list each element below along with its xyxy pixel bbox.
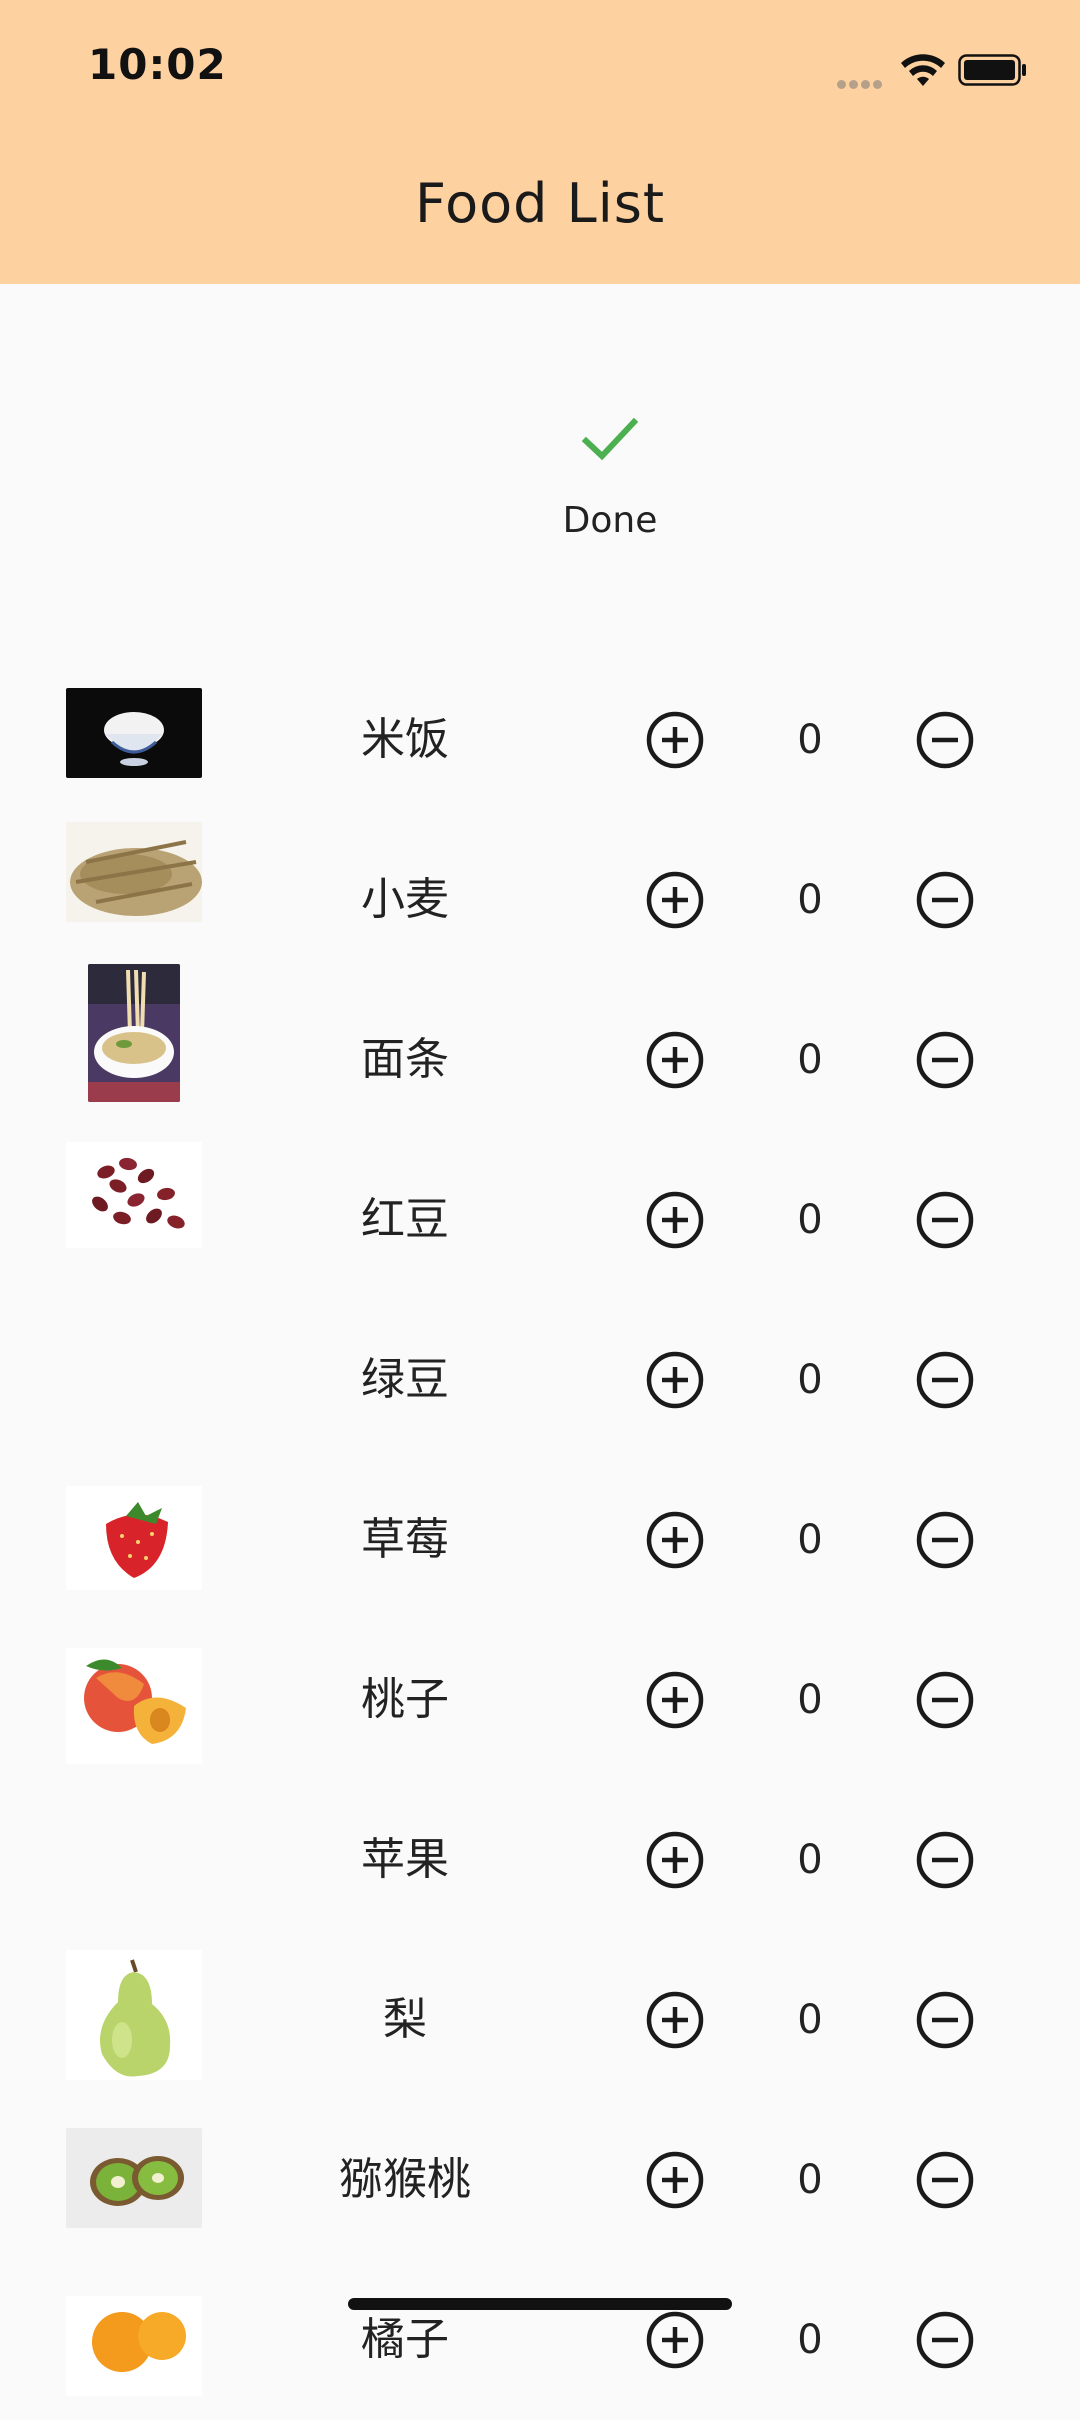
app-header: 10:02 Food List (0, 0, 1080, 284)
wifi-icon (901, 54, 945, 86)
minus-circle-icon[interactable] (915, 2310, 975, 2370)
home-indicator[interactable] (348, 2298, 732, 2310)
minus-circle-icon[interactable] (915, 1670, 975, 1730)
strawberry-image (66, 1486, 202, 1590)
food-row: 红豆 0 (0, 1140, 1080, 1300)
food-row: 橘子 0 (0, 2260, 1080, 2420)
food-name: 苹果 (361, 1834, 449, 1885)
food-quantity: 0 (797, 2317, 823, 2363)
food-row: 猕猴桃 0 (0, 2100, 1080, 2260)
food-quantity: 0 (797, 717, 823, 763)
cellular-signal-icon (837, 74, 885, 89)
food-quantity: 0 (797, 1837, 823, 1883)
wheat-image (66, 822, 202, 922)
battery-icon (958, 54, 1026, 86)
plus-circle-icon[interactable] (645, 1830, 705, 1890)
plus-circle-icon[interactable] (645, 710, 705, 770)
done-button[interactable]: Done (530, 400, 690, 560)
food-name: 猕猴桃 (339, 2154, 471, 2205)
minus-circle-icon[interactable] (915, 1030, 975, 1090)
food-name: 小麦 (361, 874, 449, 925)
minus-circle-icon[interactable] (915, 1190, 975, 1250)
food-quantity: 0 (797, 877, 823, 923)
food-name: 橘子 (361, 2314, 449, 2365)
plus-circle-icon[interactable] (645, 1670, 705, 1730)
food-row: 苹果 0 (0, 1780, 1080, 1940)
red-bean-image (66, 1142, 202, 1248)
minus-circle-icon[interactable] (915, 870, 975, 930)
food-quantity: 0 (797, 1677, 823, 1723)
pear-image (66, 1950, 202, 2080)
plus-circle-icon[interactable] (645, 1510, 705, 1570)
plus-circle-icon[interactable] (645, 1990, 705, 2050)
food-row: 梨 0 (0, 1940, 1080, 2100)
status-time: 10:02 (88, 40, 227, 89)
food-name: 梨 (383, 1994, 427, 2045)
minus-circle-icon[interactable] (915, 1510, 975, 1570)
checkmark-icon (581, 417, 639, 461)
food-row: 绿豆 0 (0, 1300, 1080, 1460)
food-row: 小麦 0 (0, 820, 1080, 980)
food-quantity: 0 (797, 2157, 823, 2203)
rice-bowl-image (66, 688, 202, 778)
food-row: 米饭 0 (0, 660, 1080, 820)
food-name: 绿豆 (361, 1354, 449, 1405)
minus-circle-icon[interactable] (915, 2150, 975, 2210)
minus-circle-icon[interactable] (915, 710, 975, 770)
plus-circle-icon[interactable] (645, 2310, 705, 2370)
food-name: 红豆 (361, 1194, 449, 1245)
food-quantity: 0 (797, 1357, 823, 1403)
page-title: Food List (414, 172, 666, 235)
plus-circle-icon[interactable] (645, 1030, 705, 1090)
plus-circle-icon[interactable] (645, 870, 705, 930)
food-name: 桃子 (361, 1674, 449, 1725)
food-row: 草莓 0 (0, 1460, 1080, 1620)
noodle-bowl-image (88, 964, 180, 1102)
food-quantity: 0 (797, 1517, 823, 1563)
food-quantity: 0 (797, 1997, 823, 2043)
food-row: 桃子 0 (0, 1620, 1080, 1780)
minus-circle-icon[interactable] (915, 1990, 975, 2050)
food-quantity: 0 (797, 1197, 823, 1243)
plus-circle-icon[interactable] (645, 1350, 705, 1410)
minus-circle-icon[interactable] (915, 1350, 975, 1410)
food-name: 米饭 (361, 714, 449, 765)
minus-circle-icon[interactable] (915, 1830, 975, 1890)
plus-circle-icon[interactable] (645, 1190, 705, 1250)
done-label: Done (562, 500, 658, 541)
kiwi-image (66, 2128, 202, 2228)
food-row: 面条 0 (0, 964, 1080, 1140)
peach-image (66, 1648, 202, 1764)
food-name: 草莓 (361, 1514, 449, 1565)
orange-image (66, 2296, 202, 2396)
food-name: 面条 (361, 1034, 449, 1085)
food-quantity: 0 (797, 1037, 823, 1083)
plus-circle-icon[interactable] (645, 2150, 705, 2210)
